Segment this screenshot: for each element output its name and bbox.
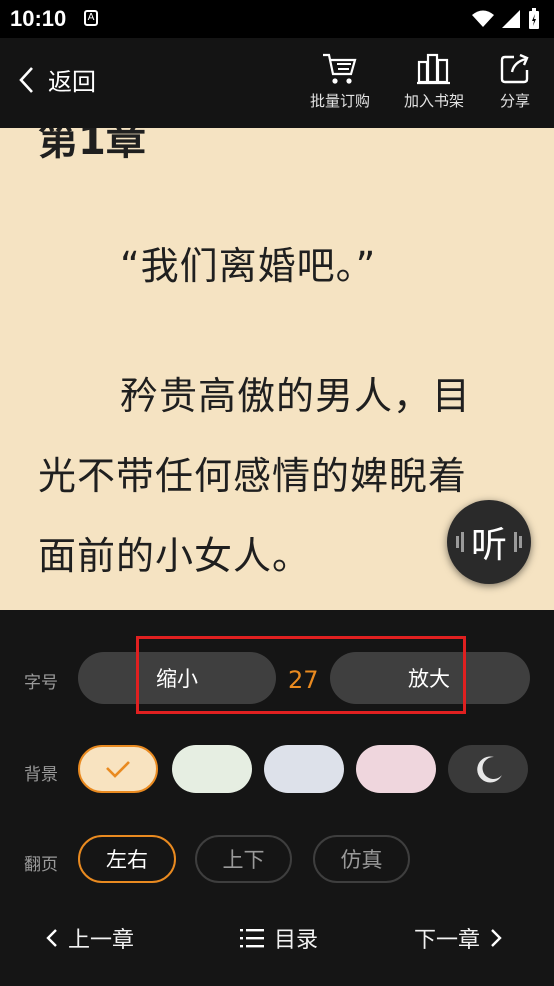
background-swatch-cream[interactable] <box>78 745 158 793</box>
batch-order-label: 批量订购 <box>310 92 371 110</box>
prev-chapter-label: 上一章 <box>68 928 135 953</box>
paragraph-line: “我们离婚吧。” <box>120 244 377 288</box>
paragraph-line: 光不带任何感情的婢睨着 <box>38 454 468 498</box>
page-mode-simulation[interactable]: 仿真 <box>313 835 410 883</box>
page-mode-label: 上下 <box>222 848 265 872</box>
prev-chapter-button[interactable]: 上一章 <box>46 922 134 954</box>
background-swatch-pink[interactable] <box>356 745 436 793</box>
moon-icon <box>477 756 502 783</box>
chevron-left-icon <box>19 66 33 93</box>
listen-label: 听 <box>470 525 507 566</box>
font-size-label: 字号 <box>24 673 58 693</box>
share-icon <box>500 53 529 84</box>
next-chapter-button[interactable]: 下一章 <box>414 922 502 954</box>
chapter-title: 第1章 <box>38 128 146 164</box>
chevron-right-icon <box>491 929 502 947</box>
page-mode-label: 左右 <box>106 848 148 872</box>
background-swatch-green[interactable] <box>172 745 252 793</box>
table-of-contents-button[interactable]: 目录 <box>240 922 318 954</box>
paragraph-line: 矜贵高傲的男人，目 <box>120 374 472 418</box>
wifi-icon <box>472 10 494 27</box>
page-turn-label: 翻页 <box>24 855 58 875</box>
page-mode-label: 仿真 <box>340 848 383 872</box>
bookshelf-icon <box>417 53 450 85</box>
settings-panel: 字号 缩小 27 放大 背景 翻页 左右 上下 仿真 上一章 目录 下一章 <box>0 610 554 986</box>
background-label: 背景 <box>24 765 58 785</box>
check-icon <box>106 761 130 778</box>
status-icons <box>472 8 540 30</box>
add-to-shelf-label: 加入书架 <box>404 92 465 110</box>
battery-icon <box>529 8 539 29</box>
chevron-left-icon <box>46 929 57 947</box>
share-label: 分享 <box>499 92 530 110</box>
page-mode-vertical[interactable]: 上下 <box>195 835 292 883</box>
top-bar: 返回 批量订购 加入书架 分享 <box>0 38 554 128</box>
status-bar: 10:10 A <box>0 0 554 38</box>
status-time: 10:10 <box>10 6 67 31</box>
night-mode-button[interactable] <box>448 745 528 793</box>
background-swatch-blue[interactable] <box>264 745 344 793</box>
page-mode-horizontal[interactable]: 左右 <box>78 835 176 883</box>
signal-icon <box>502 10 520 28</box>
batch-order-button[interactable]: 批量订购 <box>310 52 370 111</box>
back-button[interactable]: 返回 <box>18 62 96 97</box>
cart-icon <box>323 53 357 84</box>
list-icon <box>240 929 264 948</box>
highlight-annotation <box>136 636 466 714</box>
next-chapter-label: 下一章 <box>414 928 481 953</box>
notification-icon: A <box>84 10 98 26</box>
add-to-shelf-button[interactable]: 加入书架 <box>404 52 464 111</box>
back-label: 返回 <box>48 68 96 96</box>
listen-button[interactable]: 听 <box>447 500 531 584</box>
share-button[interactable]: 分享 <box>498 52 532 111</box>
toc-label: 目录 <box>274 928 319 953</box>
